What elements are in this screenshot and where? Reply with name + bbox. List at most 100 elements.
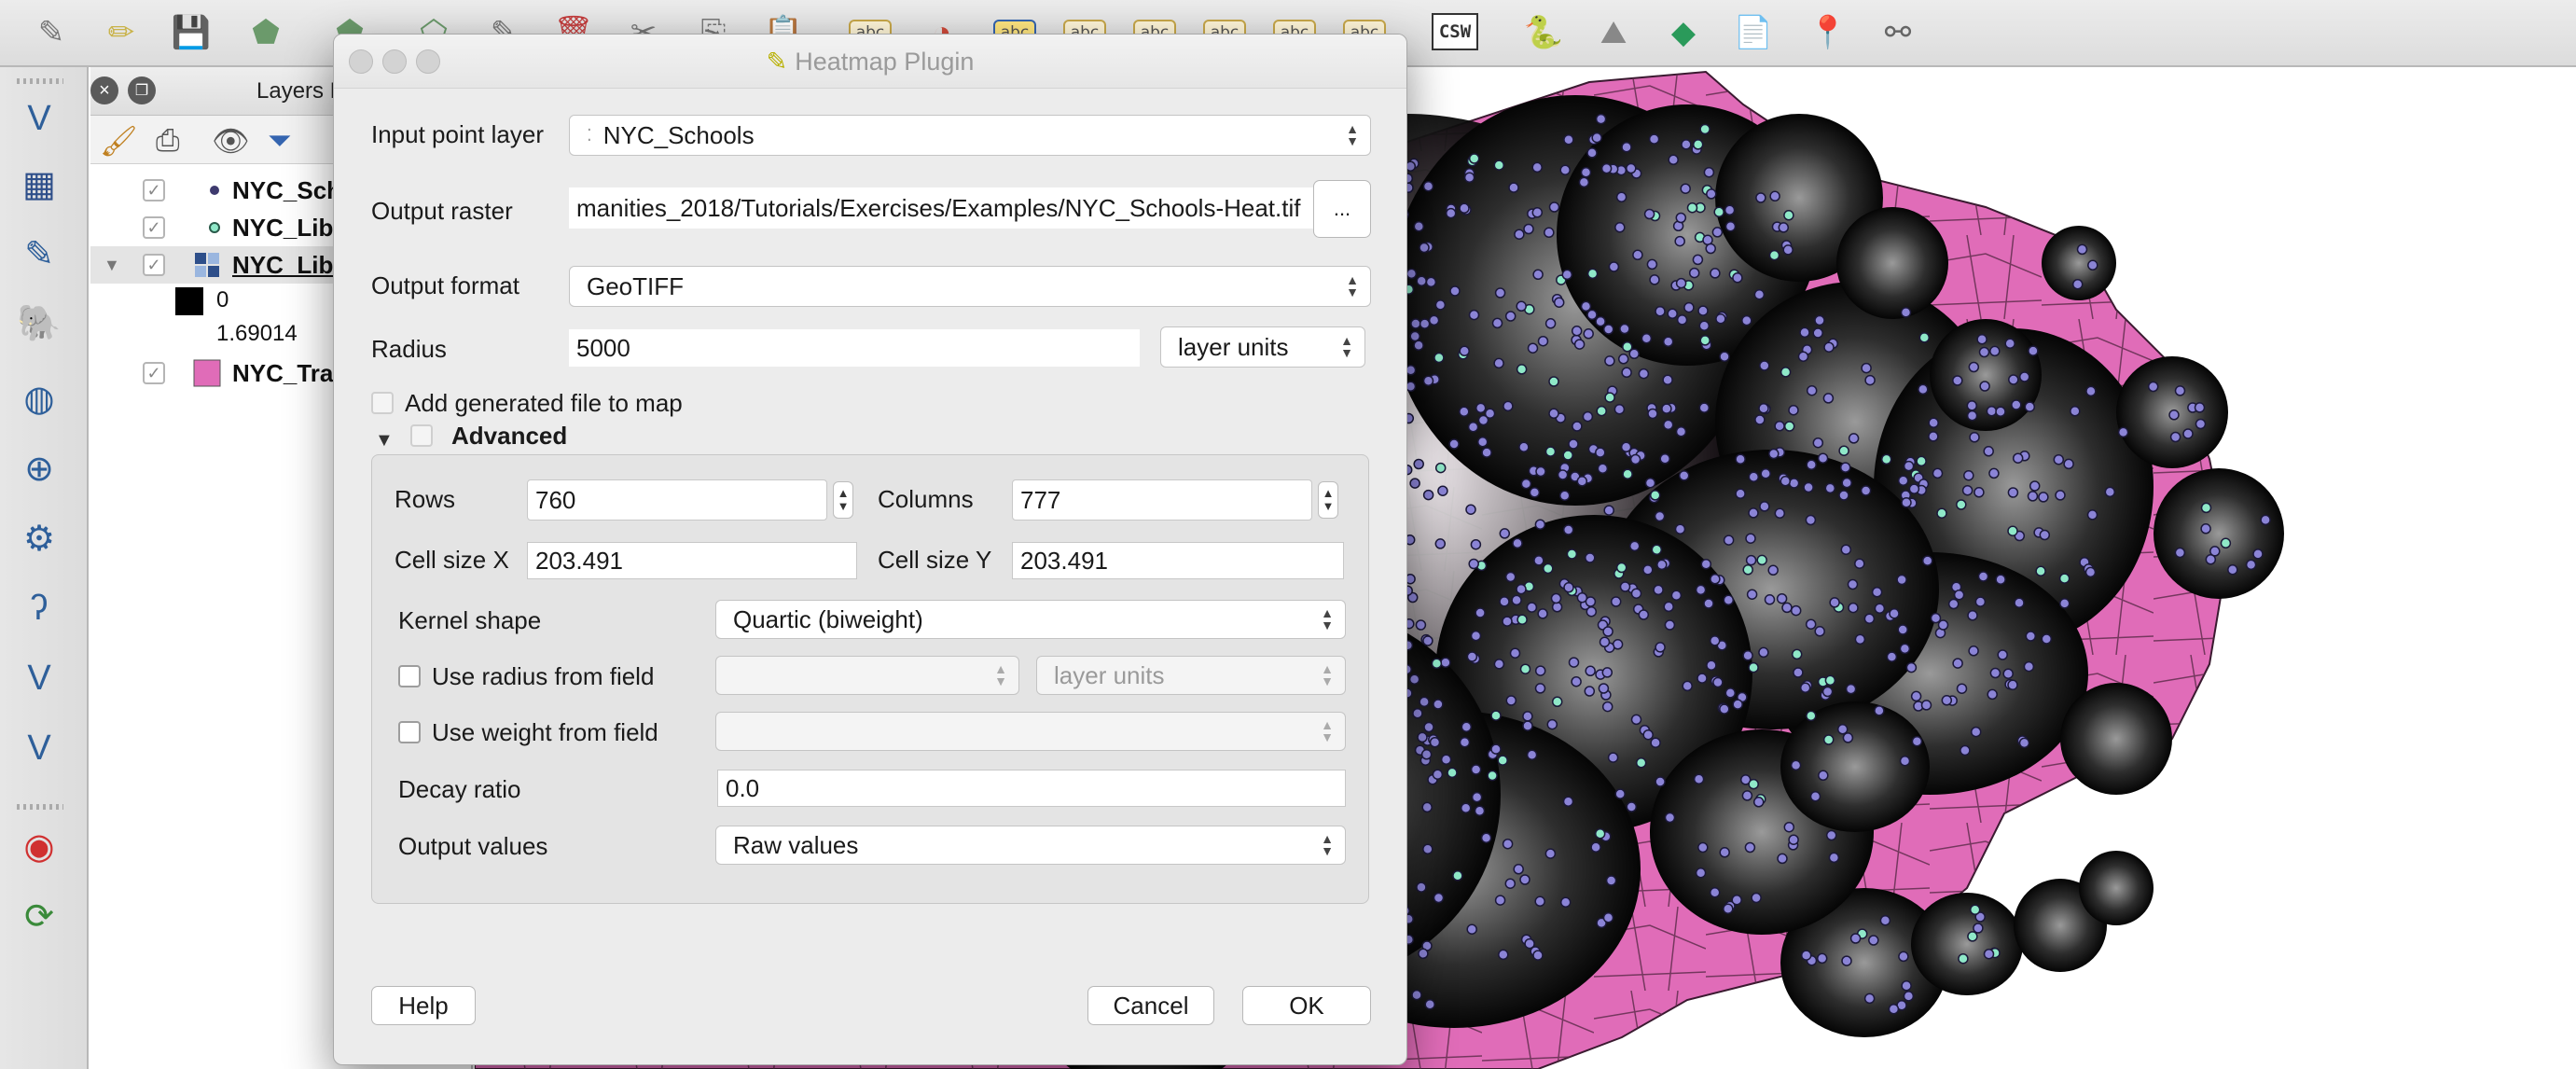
cell-size-y-input[interactable]: 203.491: [1012, 542, 1344, 579]
visibility-icon[interactable]: 👁: [212, 123, 250, 159]
school-point: [1995, 574, 2006, 585]
add-postgis-layer-icon[interactable]: 🐘: [11, 300, 67, 347]
layer-visibility-checkbox[interactable]: ✓: [143, 216, 165, 239]
georeferencer-icon[interactable]: 📄: [1730, 9, 1777, 56]
link-tool-icon[interactable]: ⚯: [1875, 9, 1921, 56]
python-console-icon[interactable]: 🐍: [1520, 9, 1567, 56]
close-panel-icon[interactable]: ×: [90, 76, 118, 104]
school-point: [1447, 767, 1458, 779]
school-point: [2028, 345, 2039, 356]
help-button[interactable]: Help: [371, 986, 476, 1025]
input-point-layer-label: Input point layer: [371, 120, 545, 148]
add-raster-layer-icon[interactable]: ▦: [11, 160, 67, 207]
school-point: [1918, 383, 1929, 396]
style-manager-icon[interactable]: 🖌: [100, 123, 138, 159]
school-point: [1630, 588, 1642, 599]
decay-ratio-input[interactable]: 0.0: [717, 770, 1346, 807]
browse-button[interactable]: ...: [1313, 180, 1371, 238]
columns-input[interactable]: 777: [1012, 479, 1312, 521]
rows-stepper[interactable]: ▲ ▼: [833, 481, 853, 519]
cancel-button[interactable]: Cancel: [1087, 986, 1214, 1025]
output-format-select[interactable]: GeoTIFF ▲ ▼: [569, 266, 1371, 307]
rows-input[interactable]: 760: [527, 479, 827, 521]
school-point: [1751, 892, 1762, 904]
toggle-editing-icon[interactable]: ✏: [98, 9, 145, 56]
add-wfs-layer-icon[interactable]: ⊕: [11, 445, 67, 492]
use-radius-checkbox[interactable]: [398, 665, 421, 687]
school-point: [1433, 699, 1444, 710]
refresh-table-icon[interactable]: ⟳: [11, 893, 67, 939]
school-point: [1595, 447, 1606, 458]
school-point: [2063, 458, 2074, 470]
terrain-icon[interactable]: ⛰: [1590, 9, 1637, 56]
school-point: [1580, 167, 1592, 178]
layer-visibility-checkbox[interactable]: ✓: [143, 179, 165, 201]
school-point: [1535, 465, 1546, 478]
school-point: [1966, 400, 1978, 411]
add-to-map-checkbox[interactable]: [371, 392, 394, 414]
ok-button[interactable]: OK: [1242, 986, 1371, 1025]
radius-units-select[interactable]: layer units ▲ ▼: [1160, 326, 1365, 368]
school-point: [1468, 153, 1480, 164]
qgis-cloud-icon[interactable]: ◆: [1660, 9, 1707, 56]
new-shapefile-icon[interactable]: V: [11, 655, 67, 701]
save-edits-icon[interactable]: 💾: [168, 9, 215, 56]
school-point: [1646, 258, 1658, 271]
school-point: [1416, 275, 1427, 287]
school-point: [1459, 202, 1470, 215]
collapse-arrow-icon[interactable]: ▼: [104, 256, 120, 275]
radius-field-select[interactable]: ▲ ▼: [715, 656, 1019, 695]
school-point: [1534, 895, 1545, 908]
school-point: [1699, 335, 1710, 346]
output-raster-input[interactable]: manities_2018/Tutorials/Exercises/Exampl…: [569, 187, 1313, 229]
school-point: [1668, 154, 1679, 166]
school-point: [1958, 952, 1969, 965]
add-vector-layer-icon[interactable]: V: [11, 95, 67, 142]
filter-legend-icon[interactable]: ⏷: [268, 123, 292, 159]
add-feature-icon[interactable]: ⬟: [242, 9, 289, 56]
school-point: [1566, 548, 1578, 560]
school-point: [1526, 749, 1538, 760]
dialog-titlebar[interactable]: ✎ Heatmap Plugin: [334, 35, 1406, 89]
school-point: [1613, 403, 1626, 415]
layer-visibility-checkbox[interactable]: ✓: [143, 362, 165, 384]
school-point: [1562, 796, 1574, 808]
new-temporary-layer-icon[interactable]: V: [11, 725, 67, 771]
radius-field-units-select[interactable]: layer units ▲ ▼: [1036, 656, 1346, 695]
add-delimited-text-icon[interactable]: ✎: [11, 230, 67, 277]
cell-size-x-input[interactable]: 203.491: [527, 542, 857, 579]
add-wms-layer-icon[interactable]: ◍: [11, 375, 67, 422]
radius-input[interactable]: 5000: [569, 329, 1140, 367]
school-point: [1874, 603, 1886, 615]
add-spatialite-layer-icon[interactable]: ʔ: [11, 585, 67, 632]
school-point: [1974, 487, 1985, 498]
add-wcs-layer-icon[interactable]: ⚙: [11, 515, 67, 562]
pencil-edit-icon[interactable]: ✎: [28, 9, 75, 56]
school-point: [1838, 445, 1849, 456]
school-point: [1753, 289, 1766, 300]
school-point: [2053, 453, 2065, 465]
school-point: [1777, 853, 1788, 865]
kernel-shape-select[interactable]: Quartic (biweight) ▲ ▼: [715, 600, 1346, 639]
advanced-collapse-icon[interactable]: ▼: [375, 430, 394, 451]
school-point: [2004, 338, 2015, 350]
float-panel-icon[interactable]: ❐: [128, 76, 156, 104]
columns-stepper[interactable]: ▲ ▼: [1318, 481, 1338, 519]
weight-field-select[interactable]: ▲ ▼: [715, 712, 1346, 751]
advanced-checkbox[interactable]: [410, 424, 433, 447]
add-group-icon[interactable]: ⎙: [156, 123, 180, 159]
school-point: [1699, 123, 1710, 135]
school-point: [1812, 437, 1824, 449]
school-point: [1732, 699, 1743, 710]
output-values-select[interactable]: Raw values ▲ ▼: [715, 826, 1346, 865]
layer-visibility-checkbox[interactable]: ✓: [143, 254, 165, 276]
school-point: [1911, 735, 1923, 747]
gps-tools-icon[interactable]: 📍: [1805, 9, 1851, 56]
school-point: [1788, 478, 1800, 489]
school-point: [1519, 663, 1531, 674]
heatmap-plugin-icon[interactable]: ◉: [11, 823, 67, 869]
metasearch-csw-icon[interactable]: CSW: [1432, 13, 1478, 50]
input-point-layer-select[interactable]: ⁚ NYC_Schools ▲ ▼: [569, 115, 1371, 156]
use-weight-checkbox[interactable]: [398, 721, 421, 743]
school-point: [1719, 847, 1730, 858]
